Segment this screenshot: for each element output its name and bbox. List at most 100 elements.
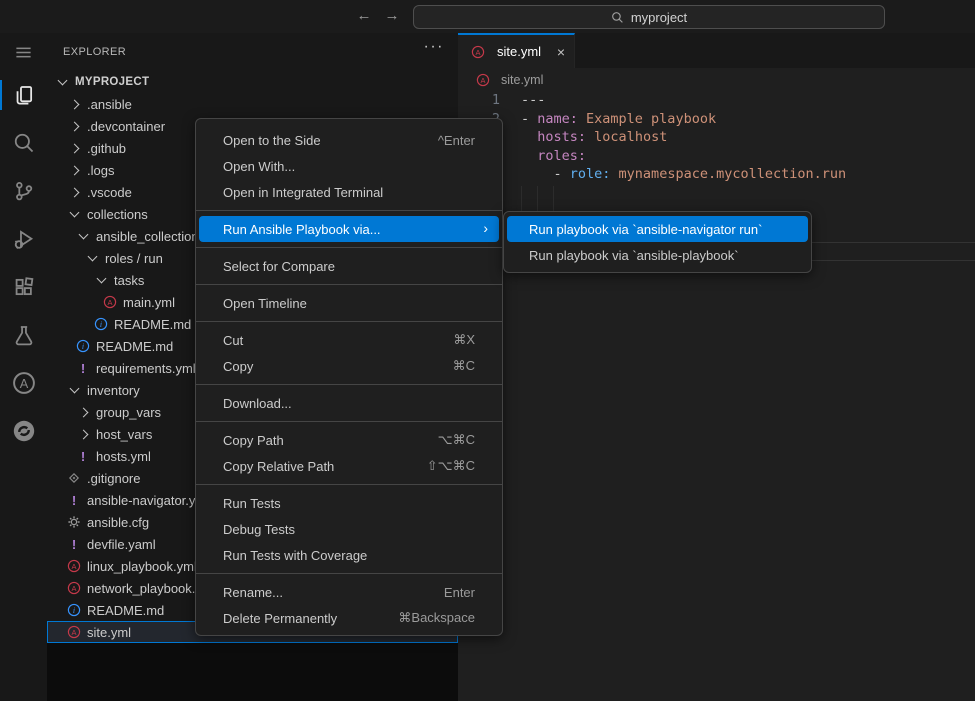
menu-item-label: Cut	[223, 333, 243, 348]
activity-run-debug-icon[interactable]	[0, 215, 47, 263]
tree-item-label: devfile.yaml	[87, 537, 156, 552]
activity-ansible-icon[interactable]: A	[0, 359, 47, 407]
menu-item-cut[interactable]: Cut ⌘X	[199, 327, 499, 353]
menu-item-open-with[interactable]: Open With...	[199, 153, 499, 179]
tree-item-label: .github	[87, 141, 126, 156]
code-line-1: 1---	[458, 91, 975, 110]
tree-item-label: .vscode	[87, 185, 132, 200]
menu-item-label: Debug Tests	[223, 522, 295, 537]
menu-separator	[196, 573, 502, 574]
tree-item-label: inventory	[87, 383, 140, 398]
menu-item-download[interactable]: Download...	[199, 390, 499, 416]
svg-text:A: A	[72, 562, 77, 571]
ansible-icon: A	[12, 371, 36, 395]
activity-menu-icon[interactable]	[0, 33, 47, 71]
back-icon[interactable]: ←	[353, 7, 375, 24]
menu-item-select-for-compare[interactable]: Select for Compare	[199, 253, 499, 279]
tree-item-label: README.md	[96, 339, 173, 354]
menu-item-label: Open With...	[223, 159, 295, 174]
command-center-search[interactable]: myproject	[413, 5, 885, 29]
title-bar: ← → myproject	[0, 0, 975, 33]
more-actions-icon[interactable]: ···	[424, 38, 444, 56]
menu-item-shortcut: ⌘X	[435, 332, 475, 348]
info-file-icon: i	[75, 338, 91, 354]
menu-item-rename[interactable]: Rename...Enter	[199, 579, 499, 605]
menu-item-copy-relative-path[interactable]: Copy Relative Path⇧⌥⌘C	[199, 453, 499, 479]
code-line-3: 3 hosts: localhost	[458, 128, 975, 147]
ansible-file-icon: A	[102, 294, 118, 310]
menu-item-shortcut: ^Enter	[420, 133, 475, 148]
menu-separator	[196, 384, 502, 385]
code-line-4: 4 roles:	[458, 147, 975, 166]
tree-item-myproject[interactable]: MYPROJECT	[47, 71, 458, 93]
menu-item-open-in-integrated-terminal[interactable]: Open in Integrated Terminal	[199, 179, 499, 205]
token	[521, 148, 537, 164]
menu-item-shortcut: ⇧⌥⌘C	[409, 458, 475, 474]
activity-search-icon[interactable]	[0, 119, 47, 167]
tree-item-label: ansible.cfg	[87, 515, 149, 530]
code-text: - role: mynamespace.mycollection.run	[521, 165, 846, 184]
menu-item-shortcut: ⌥⌘C	[420, 432, 475, 448]
menu-separator	[196, 284, 502, 285]
tree-item-label: main.yml	[123, 295, 175, 310]
menu-item-label: Open to the Side	[223, 133, 321, 148]
submenu-item-label: Run playbook via `ansible-playbook`	[529, 248, 739, 263]
code-text: - name: Example playbook	[521, 110, 716, 129]
svg-text:i: i	[100, 320, 102, 329]
token: localhost	[586, 129, 667, 145]
menu-item-open-to-the-side[interactable]: Open to the Side ^Enter	[199, 127, 499, 153]
warn-file-icon: !	[66, 536, 82, 552]
tab-strip: A site.yml ×	[458, 33, 975, 68]
info-file-icon: i	[93, 316, 109, 332]
menu-separator	[196, 421, 502, 422]
submenu-item-run-playbook-via-ansible-playbook[interactable]: Run playbook via `ansible-playbook`	[507, 242, 808, 268]
chevron-down-icon	[70, 208, 80, 218]
menu-item-run-ansible-playbook-via[interactable]: Run Ansible Playbook via... ›	[199, 216, 499, 242]
close-icon[interactable]: ×	[557, 45, 565, 59]
command-center-value: myproject	[631, 10, 687, 25]
activity-testing-icon[interactable]	[0, 311, 47, 359]
svg-text:A: A	[476, 47, 481, 56]
menu-item-label: Run Ansible Playbook via...	[223, 222, 381, 237]
token: ---	[521, 92, 545, 108]
activity-source-control-icon[interactable]	[0, 167, 47, 215]
activity-extension-circle-icon[interactable]	[0, 407, 47, 455]
token: -	[521, 111, 537, 127]
tree-item-label: ansible_collections	[96, 229, 205, 244]
breadcrumb[interactable]: A site.yml	[458, 68, 975, 91]
menu-item-copy[interactable]: Copy⌘C	[199, 353, 499, 379]
tree-item-ansible[interactable]: .ansible	[47, 93, 458, 115]
submenu-item-run-playbook-via-ansible-navigator-run[interactable]: Run playbook via `ansible-navigator run`	[507, 216, 808, 242]
extension-circle-icon	[12, 419, 36, 443]
menu-item-copy-path[interactable]: Copy Path ⌥⌘C	[199, 427, 499, 453]
tree-item-label: host_vars	[96, 427, 152, 442]
menu-item-label: Run Tests	[223, 496, 281, 511]
source-control-icon	[13, 180, 35, 202]
menu-item-label: Copy Path	[223, 433, 284, 448]
menu-item-run-tests-with-coverage[interactable]: Run Tests with Coverage	[199, 542, 499, 568]
chevron-down-icon	[79, 230, 89, 240]
tree-item-label: README.md	[87, 603, 164, 618]
menu-item-delete-permanently[interactable]: Delete Permanently⌘Backspace	[199, 605, 499, 631]
activity-extensions-icon[interactable]	[0, 263, 47, 311]
chevron-right-icon	[70, 99, 80, 109]
code-editor[interactable]: 1---2- name: Example playbook3 hosts: lo…	[458, 91, 975, 701]
menu-item-open-timeline[interactable]: Open Timeline	[199, 290, 499, 316]
run-debug-icon	[13, 228, 35, 250]
menu-separator	[196, 484, 502, 485]
forward-icon[interactable]: →	[381, 7, 403, 24]
submenu-arrow-icon: ›	[483, 220, 488, 236]
tab-site-yml[interactable]: A site.yml ×	[458, 33, 575, 68]
activity-explorer-icon[interactable]	[0, 71, 47, 119]
info-file-icon: i	[66, 602, 82, 618]
tree-item-label: roles / run	[105, 251, 163, 266]
token: hosts:	[537, 129, 586, 145]
menu-item-run-tests[interactable]: Run Tests	[199, 490, 499, 516]
ansible-file-icon: A	[475, 72, 491, 88]
search-icon	[13, 132, 35, 154]
context-menu: Open to the Side ^Enter Open With... Open i…	[195, 118, 503, 636]
ansible-file-icon: A	[66, 558, 82, 574]
menu-item-debug-tests[interactable]: Debug Tests	[199, 516, 499, 542]
activity-bar: A	[0, 33, 47, 701]
warn-file-icon: !	[75, 448, 91, 464]
